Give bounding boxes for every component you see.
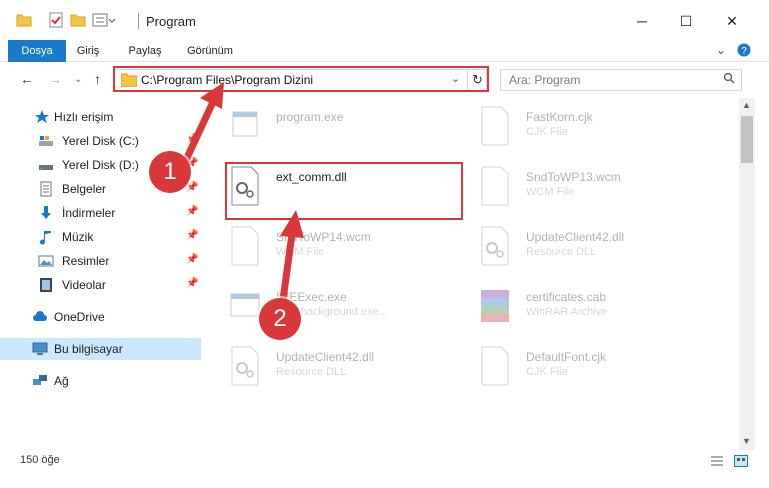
arrow-2-head [280, 210, 304, 238]
arrow-2-line [279, 233, 296, 301]
annotation-arrows [182, 82, 304, 301]
step-2-badge: 2 [259, 298, 301, 340]
step-1-badge: 1 [149, 151, 191, 193]
arrow-1-line [182, 100, 217, 162]
